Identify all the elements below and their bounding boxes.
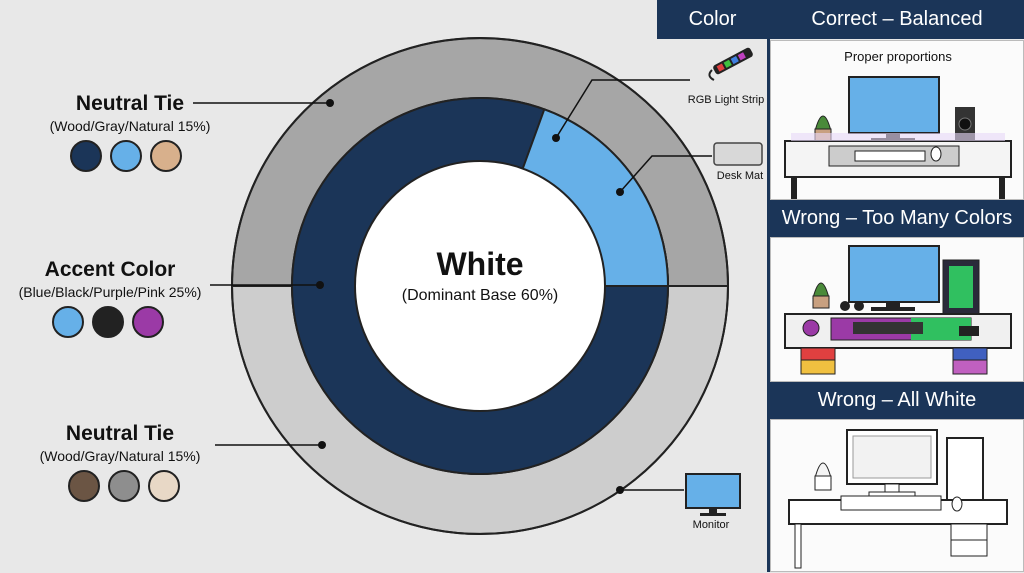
dominant-white-center	[354, 160, 606, 412]
correct-balanced-panel: Proper proportions	[770, 40, 1024, 200]
connector-dot	[316, 281, 324, 289]
accent-color-subtitle: (Blue/Black/Purple/Pink 25%)	[18, 284, 202, 300]
connector-dot	[326, 99, 334, 107]
color-swatch	[92, 306, 124, 338]
connector-dot	[616, 486, 624, 494]
neutral-tie-bottom-subtitle: (Wood/Gray/Natural 15%)	[39, 448, 201, 464]
monitor-label: Monitor	[692, 519, 730, 531]
color-swatch	[70, 140, 102, 172]
neutral-tie-top-subtitle: (Wood/Gray/Natural 15%)	[49, 118, 211, 134]
color-swatch	[110, 140, 142, 172]
rgb-strip-label: RGB Light Strip	[687, 94, 765, 106]
too-many-colors-panel	[770, 237, 1024, 382]
color-swatch	[150, 140, 182, 172]
color-header: Color	[657, 0, 768, 39]
rgb-strip-icon	[708, 47, 753, 81]
color-swatch	[132, 306, 164, 338]
wrong-too-many-colors-header: Wrong – Too Many Colors	[770, 200, 1024, 237]
all-white-panel	[770, 419, 1024, 572]
accent-color-title: Accent Color	[44, 258, 176, 281]
connector-dot	[318, 441, 326, 449]
center-title: White	[436, 246, 524, 282]
neutral-bottom-swatches	[68, 470, 180, 502]
color-swatch	[148, 470, 180, 502]
color-ratio-infographic: White (Dominant Base 60%) Neutral Tie (W…	[0, 0, 1024, 572]
neutral-top-swatches	[70, 140, 182, 172]
connector-dot	[552, 134, 560, 142]
monitor-icon	[685, 473, 741, 516]
wrong-all-white-header: Wrong – All White	[770, 382, 1024, 419]
desk-mat-icon	[713, 142, 763, 166]
panel-divider	[767, 0, 770, 572]
center-subtitle: (Dominant Base 60%)	[401, 287, 559, 304]
correct-balanced-header: Correct – Balanced	[770, 0, 1024, 39]
color-swatch	[108, 470, 140, 502]
neutral-tie-top-title: Neutral Tie	[75, 92, 185, 115]
neutral-tie-bottom-title: Neutral Tie	[65, 422, 175, 445]
accent-swatches	[52, 306, 164, 338]
connector-dot	[616, 188, 624, 196]
all-white-desk-illustration	[788, 429, 1008, 569]
balanced-desk-illustration	[784, 76, 1012, 199]
color-swatch	[68, 470, 100, 502]
color-swatch	[52, 306, 84, 338]
colorful-desk-illustration	[784, 245, 1012, 375]
